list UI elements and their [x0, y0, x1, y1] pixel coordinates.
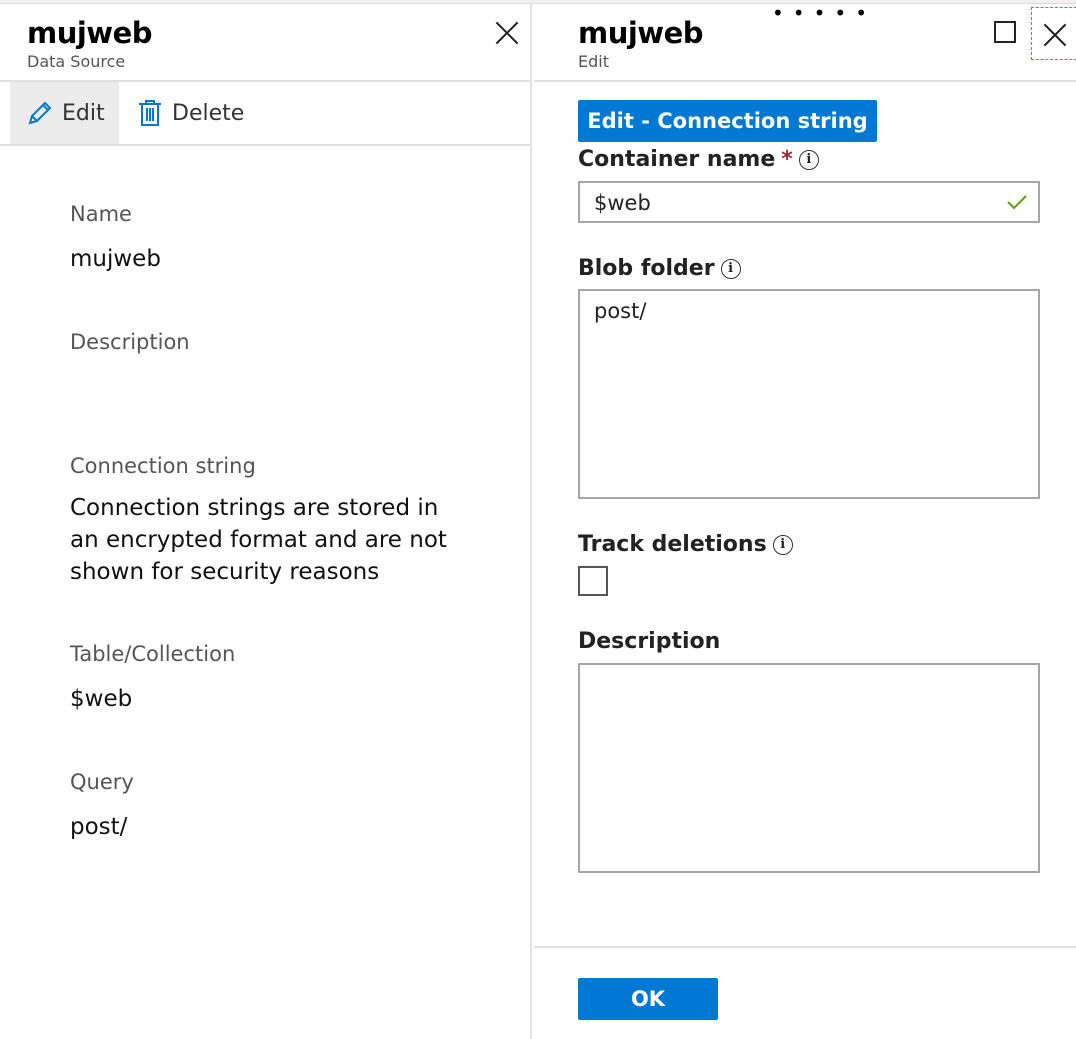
- edit-label: Edit: [62, 100, 105, 126]
- edit-connection-string-button[interactable]: Edit - Connection string: [578, 100, 877, 142]
- query-label: Query: [70, 770, 134, 794]
- blade-title: mujweb: [27, 16, 153, 50]
- delete-label: Delete: [172, 100, 245, 126]
- connection-string-line: an encrypted format and are not: [70, 527, 447, 553]
- info-icon[interactable]: i: [720, 258, 741, 279]
- blob-folder-label: Blob folder i: [578, 256, 741, 281]
- connection-string-label: Connection string: [70, 454, 256, 478]
- delete-button[interactable]: Delete: [136, 82, 244, 144]
- query-value: post/: [70, 814, 128, 840]
- description-textarea[interactable]: [578, 663, 1040, 873]
- container-name-input[interactable]: $web: [578, 181, 1040, 223]
- connection-string-line: Connection strings are stored in: [70, 495, 439, 521]
- ok-button[interactable]: OK: [578, 978, 718, 1020]
- close-icon[interactable]: [494, 20, 520, 46]
- blade-title: mujweb: [578, 16, 704, 50]
- more-dots-icon[interactable]: •••••: [772, 3, 876, 23]
- pencil-icon: [28, 101, 52, 125]
- container-name-label: Container name * i: [578, 147, 819, 172]
- container-name-value: $web: [594, 191, 651, 215]
- info-icon[interactable]: i: [798, 149, 819, 170]
- description-label: Description: [578, 629, 721, 654]
- name-label: Name: [70, 202, 132, 226]
- description-label: Description: [70, 330, 190, 354]
- blade-subtitle: Data Source: [27, 52, 126, 71]
- blob-folder-label-text: Blob folder: [578, 256, 715, 281]
- footer-divider: [534, 946, 1076, 948]
- connection-string-value: Connection strings are stored in an encr…: [70, 492, 447, 588]
- table-collection-label: Table/Collection: [70, 642, 236, 666]
- name-value: mujweb: [70, 246, 161, 272]
- blob-folder-value: post/: [594, 299, 647, 323]
- table-collection-value: $web: [70, 686, 133, 712]
- container-name-label-text: Container name: [578, 147, 776, 172]
- connection-string-line: shown for security reasons: [70, 559, 380, 585]
- maximize-icon[interactable]: [994, 21, 1016, 43]
- required-asterisk: *: [781, 147, 793, 172]
- edit-button[interactable]: Edit: [10, 82, 119, 144]
- checkmark-icon: [1007, 195, 1027, 210]
- header-divider: [534, 80, 1076, 82]
- blade-header: mujweb Data Source: [0, 4, 530, 82]
- trash-icon: [139, 100, 161, 126]
- track-deletions-label-text: Track deletions: [578, 532, 767, 557]
- track-deletions-label: Track deletions i: [578, 532, 793, 557]
- data-source-blade: mujweb Data Source Edit Delete Name mujw…: [0, 4, 532, 1039]
- close-button[interactable]: [1031, 7, 1076, 60]
- edit-blade: ••••• mujweb Edit Edit - Connection stri…: [534, 3, 1076, 1039]
- info-icon[interactable]: i: [772, 534, 793, 555]
- command-bar: Edit Delete: [0, 82, 530, 146]
- blade-subtitle: Edit: [578, 52, 609, 71]
- track-deletions-checkbox[interactable]: [578, 566, 608, 596]
- close-icon: [1042, 22, 1068, 48]
- blob-folder-textarea[interactable]: post/: [578, 289, 1040, 499]
